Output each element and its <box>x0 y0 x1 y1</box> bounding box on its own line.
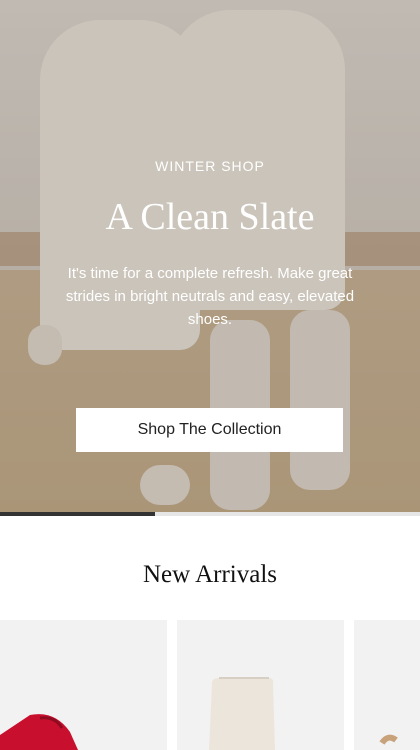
carousel-progress-bar <box>0 512 420 516</box>
red-heel-image <box>0 714 78 750</box>
product-card[interactable] <box>177 620 344 750</box>
new-arrivals-title: New Arrivals <box>143 561 277 588</box>
hero-title: A Clean Slate <box>105 196 315 238</box>
hero-banner[interactable]: WINTER SHOP A Clean Slate It's time for … <box>0 0 420 512</box>
product-card[interactable] <box>354 620 420 750</box>
cream-boot-image <box>209 677 275 750</box>
hero-eyebrow: WINTER SHOP <box>155 158 265 174</box>
new-arrivals-carousel[interactable] <box>0 620 420 750</box>
carousel-progress-fill <box>0 512 156 516</box>
shop-collection-button[interactable]: Shop The Collection <box>76 408 343 452</box>
hero-description: It's time for a complete refresh. Make g… <box>65 265 355 328</box>
product-card[interactable] <box>0 620 167 750</box>
partial-product-image <box>379 734 398 745</box>
